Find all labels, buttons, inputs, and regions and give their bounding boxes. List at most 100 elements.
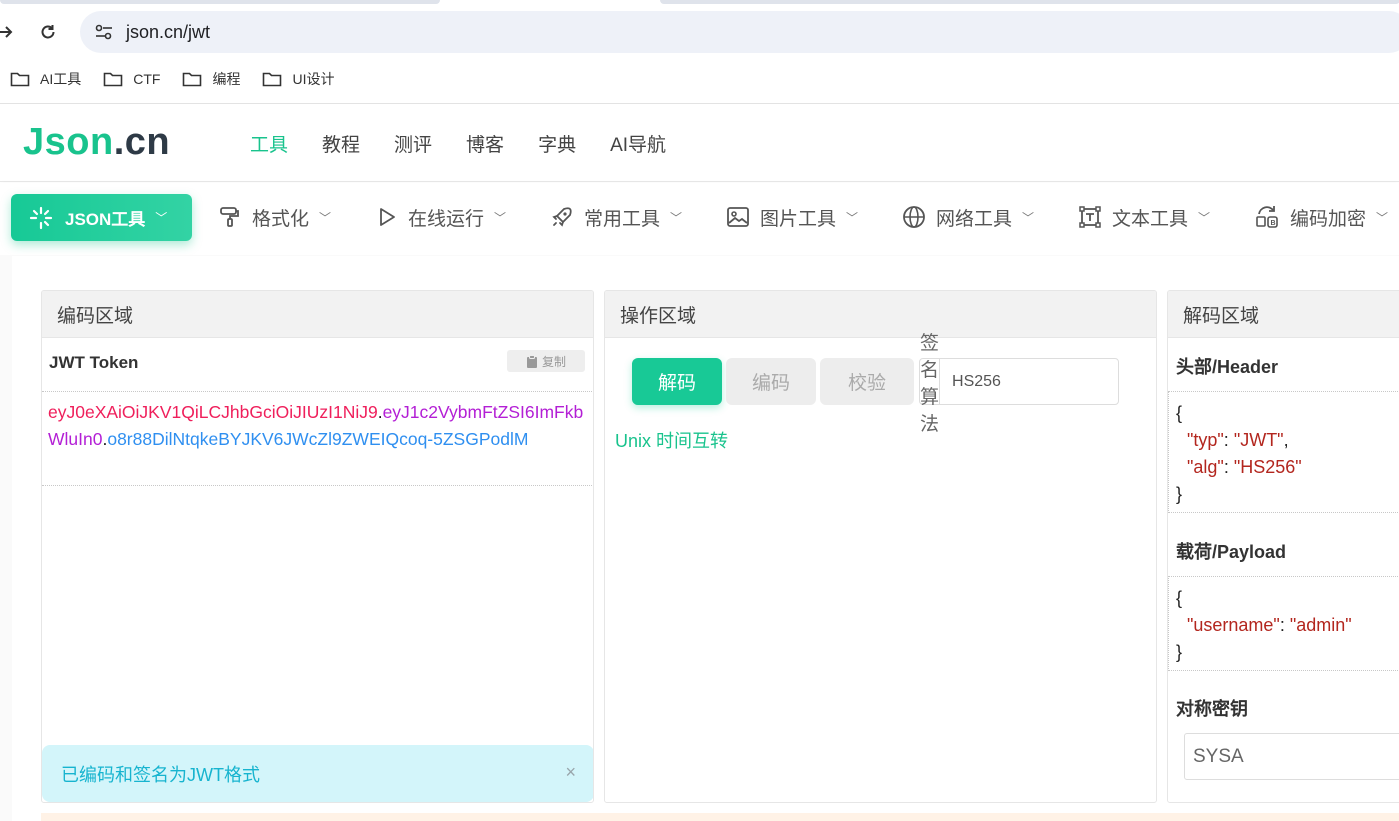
operation-panel-title: 操作区域 <box>605 291 1156 338</box>
bookmark-label: 编程 <box>212 71 241 87</box>
site-header: Json.cn 工具 教程 测评 博客 字典 AI导航 <box>0 104 1399 182</box>
verify-button[interactable]: 校验 <box>820 358 914 405</box>
network-tools-menu[interactable]: 网络工具 ﹀ <box>902 183 1034 251</box>
bookmark-folder[interactable]: UI设计 <box>262 69 334 89</box>
json-line: "alg": "HS256" <box>1176 454 1399 481</box>
logo-main: Json <box>23 121 114 163</box>
decode-panel-title: 解码区域 <box>1168 291 1399 338</box>
sparkle-icon <box>29 206 53 229</box>
decode-button[interactable]: 解码 <box>632 358 722 405</box>
nav-ai-directory[interactable]: AI导航 <box>610 130 666 157</box>
site-logo[interactable]: Json.cn <box>23 121 170 164</box>
status-alert: 已编码和签名为JWT格式 × <box>42 745 593 802</box>
globe-icon <box>903 206 925 228</box>
json-brace: } <box>1176 484 1183 504</box>
text-frame-icon <box>1079 206 1101 228</box>
site-settings-icon[interactable] <box>84 11 124 53</box>
folder-icon <box>263 72 282 87</box>
play-icon <box>380 208 395 226</box>
encoding-label: 编码加密 <box>1290 208 1367 230</box>
payload-json-view[interactable]: { "username": "admin" } <box>1168 576 1399 671</box>
alert-message: 已编码和签名为JWT格式 <box>61 764 260 785</box>
common-tools-label: 常用工具 <box>584 208 661 230</box>
reload-icon[interactable] <box>34 18 62 46</box>
json-key: "alg" <box>1187 457 1224 477</box>
format-menu[interactable]: 格式化 ﹀ <box>218 183 331 251</box>
logo-suffix: .cn <box>113 121 171 163</box>
token-header-part: eyJ0eXAiOiJKV1QiLCJhbGciOiJIUzI1NiJ9 <box>48 402 378 422</box>
chevron-down-icon: ﹀ <box>1198 210 1211 225</box>
operation-panel: 操作区域 解码 编码 校验 签名算法 Unix 时间互转 <box>604 290 1157 803</box>
header-label: 头部/Header <box>1176 357 1279 377</box>
token-signature-part: o8r88DilNtqkeBYJKV6JWcZl9ZWEIQcoq-5ZSGPo… <box>107 429 529 449</box>
clipboard-icon <box>526 354 537 368</box>
nav-tutorials[interactable]: 教程 <box>322 130 360 157</box>
chevron-down-icon: ﹀ <box>670 210 683 225</box>
json-value: "admin" <box>1289 615 1352 635</box>
run-online-menu[interactable]: 在线运行 ﹀ <box>376 183 506 251</box>
rocket-icon <box>552 207 572 227</box>
chevron-down-icon: ﹀ <box>494 210 507 225</box>
jwt-token-label: JWT Token <box>49 353 139 372</box>
json-tools-label: JSON工具 <box>65 210 146 229</box>
image-tools-menu[interactable]: 图片工具 ﹀ <box>726 183 858 251</box>
bookmark-folder[interactable]: AI工具 <box>10 69 81 89</box>
json-key: "typ" <box>1187 430 1224 450</box>
address-bar[interactable]: json.cn/jwt <box>80 11 1399 53</box>
json-line: "typ": "JWT", <box>1176 427 1399 454</box>
unix-time-link[interactable]: Unix 时间互转 <box>615 427 728 453</box>
format-label: 格式化 <box>252 208 310 230</box>
json-key: "username" <box>1187 615 1280 635</box>
nav-dictionary[interactable]: 字典 <box>538 130 576 157</box>
encode-panel-title: 编码区域 <box>42 291 593 338</box>
copy-label: 复制 <box>541 354 566 369</box>
json-line: "username": "admin" <box>1176 612 1399 639</box>
copy-button[interactable]: 复制 <box>507 350 585 372</box>
chevron-down-icon: ﹀ <box>1376 210 1389 225</box>
decode-panel: 解码区域 头部/Header { "typ": "JWT", "alg": "H… <box>1167 290 1399 803</box>
encoding-menu[interactable]: B 编码加密 ﹀ <box>1254 183 1388 251</box>
image-icon <box>727 207 749 227</box>
json-brace: { <box>1176 588 1183 608</box>
nav-tools[interactable]: 工具 <box>250 130 288 157</box>
jwt-token-input[interactable]: eyJ0eXAiOiJKV1QiLCJhbGciOiJIUzI1NiJ9.eyJ… <box>42 391 593 486</box>
nav-reviews[interactable]: 测评 <box>394 130 432 157</box>
network-tools-label: 网络工具 <box>936 208 1013 230</box>
nav-blog[interactable]: 博客 <box>466 130 504 157</box>
text-tools-menu[interactable]: 文本工具 ﹀ <box>1078 183 1210 251</box>
secret-key-input[interactable] <box>1184 733 1399 780</box>
signature-algorithm-input[interactable] <box>940 359 1156 404</box>
chevron-down-icon: ﹀ <box>1022 210 1035 225</box>
json-colon: : <box>1223 457 1234 477</box>
json-tools-menu[interactable]: JSON工具 ﹀ <box>11 194 192 241</box>
folder-icon <box>103 72 123 87</box>
json-brace: { <box>1176 403 1183 423</box>
payload-label: 载荷/Payload <box>1176 542 1287 562</box>
folder-icon <box>183 72 202 87</box>
bookmark-folder[interactable]: 编程 <box>182 69 240 89</box>
text-tools-label: 文本工具 <box>1112 208 1189 230</box>
browser-chrome: json.cn/jwt <box>0 0 1399 60</box>
forward-icon[interactable] <box>0 18 20 46</box>
signature-algorithm-label: 签名算法 <box>920 332 941 435</box>
bookmark-label: UI设计 <box>292 71 335 87</box>
url-text[interactable]: json.cn/jwt <box>126 22 210 43</box>
json-value: "JWT" <box>1233 430 1284 450</box>
encode-panel: 编码区域 JWT Token 复制 eyJ0eXAiOiJKV1QiLCJhbG… <box>41 290 594 803</box>
close-icon[interactable]: × <box>565 762 576 783</box>
encode-button[interactable]: 编码 <box>726 358 816 405</box>
folder-icon <box>10 72 30 87</box>
bottom-banner-edge <box>41 813 1399 821</box>
secret-key-label: 对称密钥 <box>1176 699 1248 719</box>
chevron-down-icon: ﹀ <box>319 210 332 225</box>
common-tools-menu[interactable]: 常用工具 ﹀ <box>550 183 682 251</box>
tab-edge <box>0 0 440 4</box>
bookmark-label: CTF <box>133 71 161 87</box>
bookmark-folder[interactable]: CTF <box>103 71 160 87</box>
json-comma: , <box>1283 430 1289 450</box>
run-online-label: 在线运行 <box>408 208 485 230</box>
svg-text:B: B <box>1271 220 1276 227</box>
header-json-view[interactable]: { "typ": "JWT", "alg": "HS256" } <box>1168 391 1399 513</box>
tab-edge <box>660 0 1399 4</box>
bookmark-label: AI工具 <box>40 71 82 87</box>
